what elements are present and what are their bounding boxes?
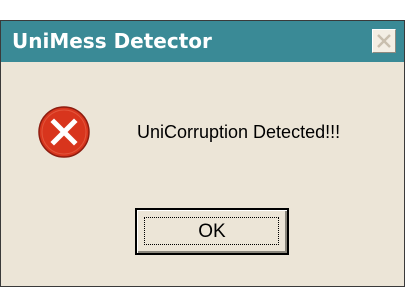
close-icon xyxy=(377,34,391,48)
close-button[interactable] xyxy=(372,29,396,53)
ok-button-label: OK xyxy=(198,220,226,242)
title-bar[interactable]: UniMess Detector xyxy=(1,21,404,62)
error-icon xyxy=(38,106,90,158)
ok-button[interactable]: OK xyxy=(135,208,289,255)
error-dialog: UniMess Detector UniCorruption Detected!… xyxy=(0,20,405,287)
error-message: UniCorruption Detected!!! xyxy=(137,122,341,142)
dialog-title: UniMess Detector xyxy=(12,29,212,53)
